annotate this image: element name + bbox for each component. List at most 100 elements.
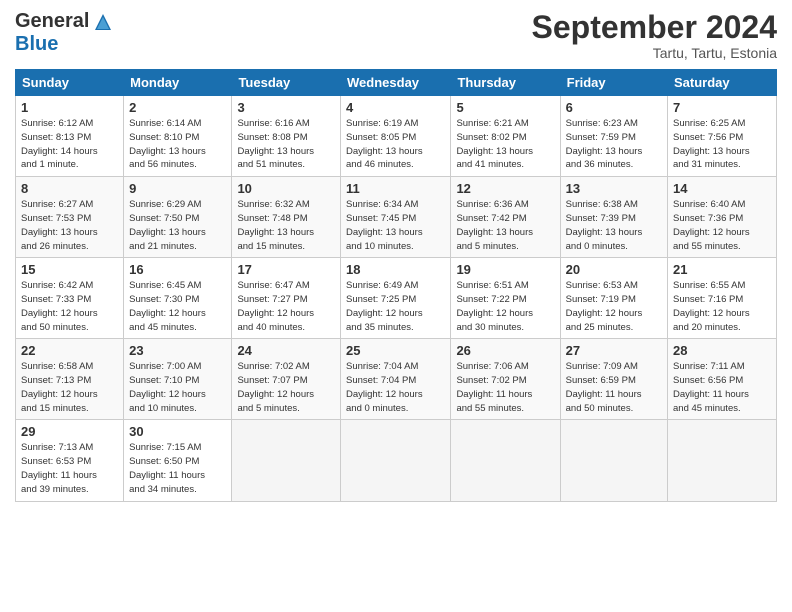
day-cell: 1Sunrise: 6:12 AMSunset: 8:13 PMDaylight… [16, 96, 124, 177]
day-number: 17 [237, 262, 335, 277]
day-cell: 7 Sunrise: 6:25 AMSunset: 7:56 PMDaylight… [668, 96, 777, 177]
week-row-4: 22 Sunrise: 6:58 AMSunset: 7:13 PMDayligh… [16, 339, 777, 420]
day-cell: 22 Sunrise: 6:58 AMSunset: 7:13 PMDayligh… [16, 339, 124, 420]
day-cell: 24 Sunrise: 7:02 AMSunset: 7:07 PMDayligh… [232, 339, 341, 420]
day-cell: 15 Sunrise: 6:42 AMSunset: 7:33 PMDayligh… [16, 258, 124, 339]
day-number: 4 [346, 100, 445, 115]
day-number: 19 [456, 262, 554, 277]
week-row-5: 29Sunrise: 7:13 AMSunset: 6:53 PMDayligh… [16, 420, 777, 501]
day-cell: 26 Sunrise: 7:06 AMSunset: 7:02 PMDayligh… [451, 339, 560, 420]
day-number: 22 [21, 343, 118, 358]
day-cell: 23 Sunrise: 7:00 AMSunset: 7:10 PMDayligh… [124, 339, 232, 420]
header: General Blue September 2024 Tartu, Tartu… [15, 10, 777, 61]
day-cell: 12 Sunrise: 6:36 AMSunset: 7:42 PMDayligh… [451, 177, 560, 258]
day-number: 24 [237, 343, 335, 358]
day-cell: 16Sunrise: 6:45 AMSunset: 7:30 PMDayligh… [124, 258, 232, 339]
day-info: Sunrise: 6:29 AMSunset: 7:50 PMDaylight:… [129, 198, 226, 253]
day-number: 26 [456, 343, 554, 358]
col-header-friday: Friday [560, 70, 667, 96]
day-info: Sunrise: 6:53 AMSunset: 7:19 PMDaylight:… [566, 279, 662, 334]
day-number: 16 [129, 262, 226, 277]
col-header-saturday: Saturday [668, 70, 777, 96]
col-header-wednesday: Wednesday [341, 70, 451, 96]
day-cell [560, 420, 667, 501]
col-header-thursday: Thursday [451, 70, 560, 96]
logo-blue-text: Blue [15, 33, 58, 56]
day-info: Sunrise: 6:14 AMSunset: 8:10 PMDaylight:… [129, 117, 226, 172]
day-cell: 2 Sunrise: 6:14 AMSunset: 8:10 PMDaylight… [124, 96, 232, 177]
day-number: 25 [346, 343, 445, 358]
week-row-2: 8 Sunrise: 6:27 AMSunset: 7:53 PMDaylight… [16, 177, 777, 258]
day-cell: 3 Sunrise: 6:16 AMSunset: 8:08 PMDaylight… [232, 96, 341, 177]
day-cell: 28 Sunrise: 7:11 AMSunset: 6:56 PMDayligh… [668, 339, 777, 420]
day-cell [668, 420, 777, 501]
day-number: 8 [21, 181, 118, 196]
day-number: 9 [129, 181, 226, 196]
title-block: September 2024 Tartu, Tartu, Estonia [532, 10, 777, 61]
day-cell [232, 420, 341, 501]
day-info: Sunrise: 7:11 AMSunset: 6:56 PMDaylight:… [673, 360, 771, 415]
day-info: Sunrise: 6:34 AMSunset: 7:45 PMDaylight:… [346, 198, 445, 253]
day-info: Sunrise: 6:47 AMSunset: 7:27 PMDaylight:… [237, 279, 335, 334]
header-row: SundayMondayTuesdayWednesdayThursdayFrid… [16, 70, 777, 96]
day-info: Sunrise: 6:23 AMSunset: 7:59 PMDaylight:… [566, 117, 662, 172]
day-info: Sunrise: 7:15 AMSunset: 6:50 PMDaylight:… [129, 441, 226, 496]
day-info: Sunrise: 6:40 AMSunset: 7:36 PMDaylight:… [673, 198, 771, 253]
day-number: 23 [129, 343, 226, 358]
day-number: 14 [673, 181, 771, 196]
day-cell: 8 Sunrise: 6:27 AMSunset: 7:53 PMDaylight… [16, 177, 124, 258]
day-info: Sunrise: 6:36 AMSunset: 7:42 PMDaylight:… [456, 198, 554, 253]
day-cell: 6 Sunrise: 6:23 AMSunset: 7:59 PMDaylight… [560, 96, 667, 177]
day-info: Sunrise: 6:38 AMSunset: 7:39 PMDaylight:… [566, 198, 662, 253]
day-cell: 21 Sunrise: 6:55 AMSunset: 7:16 PMDayligh… [668, 258, 777, 339]
col-header-tuesday: Tuesday [232, 70, 341, 96]
location: Tartu, Tartu, Estonia [532, 45, 777, 61]
day-info: Sunrise: 6:58 AMSunset: 7:13 PMDaylight:… [21, 360, 118, 415]
day-number: 12 [456, 181, 554, 196]
day-number: 3 [237, 100, 335, 115]
day-cell: 29Sunrise: 7:13 AMSunset: 6:53 PMDayligh… [16, 420, 124, 501]
day-info: Sunrise: 6:49 AMSunset: 7:25 PMDaylight:… [346, 279, 445, 334]
day-info: Sunrise: 6:51 AMSunset: 7:22 PMDaylight:… [456, 279, 554, 334]
day-cell: 18 Sunrise: 6:49 AMSunset: 7:25 PMDayligh… [341, 258, 451, 339]
day-number: 6 [566, 100, 662, 115]
day-number: 11 [346, 181, 445, 196]
day-cell: 20Sunrise: 6:53 AMSunset: 7:19 PMDayligh… [560, 258, 667, 339]
day-info: Sunrise: 6:42 AMSunset: 7:33 PMDaylight:… [21, 279, 118, 334]
day-number: 15 [21, 262, 118, 277]
day-cell: 25 Sunrise: 7:04 AMSunset: 7:04 PMDayligh… [341, 339, 451, 420]
day-cell: 17 Sunrise: 6:47 AMSunset: 7:27 PMDayligh… [232, 258, 341, 339]
calendar-table: SundayMondayTuesdayWednesdayThursdayFrid… [15, 69, 777, 501]
week-row-1: 1Sunrise: 6:12 AMSunset: 8:13 PMDaylight… [16, 96, 777, 177]
day-info: Sunrise: 6:55 AMSunset: 7:16 PMDaylight:… [673, 279, 771, 334]
day-info: Sunrise: 7:06 AMSunset: 7:02 PMDaylight:… [456, 360, 554, 415]
logo: General Blue [15, 10, 113, 56]
day-number: 28 [673, 343, 771, 358]
page-container: General Blue September 2024 Tartu, Tartu… [0, 0, 792, 512]
week-row-3: 15 Sunrise: 6:42 AMSunset: 7:33 PMDayligh… [16, 258, 777, 339]
day-cell: 19 Sunrise: 6:51 AMSunset: 7:22 PMDayligh… [451, 258, 560, 339]
day-cell: 9 Sunrise: 6:29 AMSunset: 7:50 PMDaylight… [124, 177, 232, 258]
day-cell: 13Sunrise: 6:38 AMSunset: 7:39 PMDayligh… [560, 177, 667, 258]
day-cell: 11 Sunrise: 6:34 AMSunset: 7:45 PMDayligh… [341, 177, 451, 258]
day-number: 18 [346, 262, 445, 277]
day-cell: 5 Sunrise: 6:21 AMSunset: 8:02 PMDaylight… [451, 96, 560, 177]
day-info: Sunrise: 6:27 AMSunset: 7:53 PMDaylight:… [21, 198, 118, 253]
day-cell: 30Sunrise: 7:15 AMSunset: 6:50 PMDayligh… [124, 420, 232, 501]
day-number: 7 [673, 100, 771, 115]
day-number: 2 [129, 100, 226, 115]
day-info: Sunrise: 6:16 AMSunset: 8:08 PMDaylight:… [237, 117, 335, 172]
day-info: Sunrise: 7:04 AMSunset: 7:04 PMDaylight:… [346, 360, 445, 415]
col-header-monday: Monday [124, 70, 232, 96]
day-info: Sunrise: 6:21 AMSunset: 8:02 PMDaylight:… [456, 117, 554, 172]
day-cell: 4Sunrise: 6:19 AMSunset: 8:05 PMDaylight… [341, 96, 451, 177]
day-cell [451, 420, 560, 501]
day-info: Sunrise: 7:02 AMSunset: 7:07 PMDaylight:… [237, 360, 335, 415]
day-cell [341, 420, 451, 501]
day-info: Sunrise: 6:12 AMSunset: 8:13 PMDaylight:… [21, 117, 118, 172]
logo-general-text: General [15, 10, 89, 33]
day-number: 5 [456, 100, 554, 115]
day-info: Sunrise: 7:00 AMSunset: 7:10 PMDaylight:… [129, 360, 226, 415]
day-info: Sunrise: 6:25 AMSunset: 7:56 PMDaylight:… [673, 117, 771, 172]
day-number: 21 [673, 262, 771, 277]
